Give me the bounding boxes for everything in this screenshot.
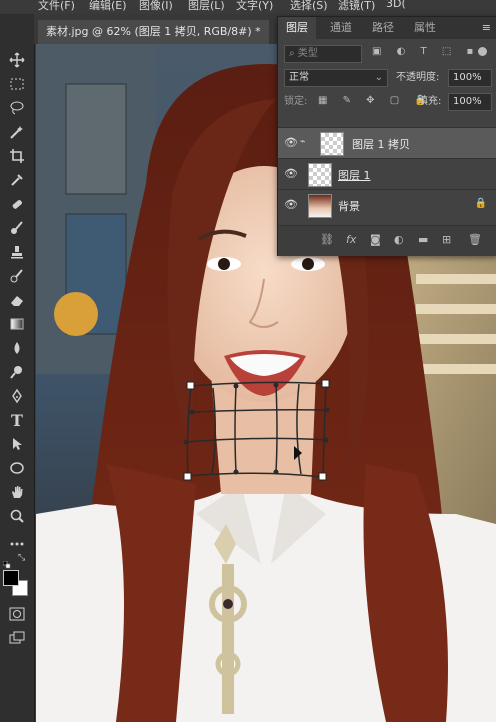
layer-row[interactable]: 👁 背景 🔒	[278, 189, 496, 226]
blend-mode-select[interactable]: 正常 ⌄	[284, 69, 388, 87]
menu-file[interactable]: 文件(F)	[38, 0, 75, 13]
layer-name[interactable]: 图层 1	[338, 167, 371, 183]
zoom-icon[interactable]	[4, 506, 30, 526]
visibility-eye-icon[interactable]: 👁	[284, 136, 298, 149]
new-layer-icon[interactable]: ⊞	[442, 233, 451, 246]
chevron-down-icon: ⌄	[374, 72, 383, 83]
lock-label: 锁定:	[284, 96, 308, 107]
menu-filter[interactable]: 滤镜(T)	[338, 0, 375, 13]
type-icon[interactable]: T	[4, 410, 30, 430]
layer-name[interactable]: 图层 1 拷贝	[352, 136, 410, 152]
more-icon[interactable]	[4, 534, 30, 554]
layer-thumbnail	[308, 194, 332, 218]
menu-select[interactable]: 选择(S)	[290, 0, 328, 13]
lock-icon: 🔒	[474, 198, 487, 209]
blend-row: 正常 ⌄ 不透明度: 100%	[278, 67, 496, 91]
menu-3d[interactable]: 3D(	[386, 0, 406, 10]
brush-icon[interactable]	[4, 218, 30, 238]
add-mask-icon[interactable]: ◙	[370, 233, 381, 246]
marquee-icon[interactable]	[4, 74, 30, 94]
eraser-icon[interactable]	[4, 290, 30, 310]
visibility-eye-icon[interactable]: 👁	[284, 167, 298, 180]
filter-icons[interactable]: ▣ ◐ T ⬚ ▪	[372, 46, 479, 57]
opacity-field[interactable]: 100%	[448, 69, 492, 87]
layers-panel: 图层 通道 路径 属性 ≡ ⌕ 类型 ▣ ◐ T ⬚ ▪ 正常 ⌄ 不透明度: …	[277, 16, 496, 256]
swap-colors-icon[interactable]: ⤡	[18, 553, 25, 563]
fill-field[interactable]: 100%	[448, 93, 492, 111]
document-tab[interactable]: 素材.jpg @ 62% (图层 1 拷贝, RGB/8#) *	[38, 20, 269, 44]
blur-icon[interactable]	[4, 338, 30, 358]
shape-icon[interactable]	[4, 458, 30, 478]
default-colors-icon[interactable]	[2, 554, 11, 569]
layer-thumbnail	[320, 132, 344, 156]
screen-mode-icon[interactable]	[4, 628, 30, 648]
layer-filter-row: ⌕ 类型 ▣ ◐ T ⬚ ▪	[278, 43, 496, 67]
pen-icon[interactable]	[4, 386, 30, 406]
lasso-icon[interactable]	[4, 98, 30, 118]
history-brush-icon[interactable]	[4, 266, 30, 286]
foreground-color-swatch[interactable]	[3, 570, 19, 586]
tab-paths[interactable]: 路径	[364, 17, 402, 39]
blend-mode-value: 正常	[289, 72, 309, 83]
eyedropper-icon[interactable]	[4, 170, 30, 190]
layer-thumbnail	[308, 163, 332, 187]
delete-layer-icon[interactable]: 🗑	[468, 233, 482, 246]
move-icon[interactable]	[4, 50, 30, 70]
panel-menu-icon[interactable]: ≡	[482, 21, 491, 34]
visibility-eye-icon[interactable]: 👁	[284, 198, 298, 211]
healing-icon[interactable]	[4, 194, 30, 214]
lock-icons[interactable]: ▦ ✎ ✥ ▢ 🔒	[318, 95, 433, 106]
link-layers-icon[interactable]: ⛓	[320, 233, 334, 246]
adjustment-layer-icon[interactable]: ◐	[394, 233, 404, 246]
tab-channels[interactable]: 通道	[322, 17, 360, 39]
crop-icon[interactable]	[4, 146, 30, 166]
path-select-icon[interactable]	[4, 434, 30, 454]
new-group-icon[interactable]: ▬	[418, 233, 428, 246]
tools-panel: T ⤡	[0, 14, 35, 722]
layers-panel-footer: ⛓ fx ◙ ◐ ▬ ⊞ 🗑	[278, 225, 496, 256]
panel-tabs: 图层 通道 路径 属性 ≡	[278, 17, 496, 39]
filter-placeholder: 类型	[297, 48, 318, 59]
hand-icon[interactable]	[4, 482, 30, 502]
opacity-label: 不透明度:	[396, 72, 440, 83]
gradient-icon[interactable]	[4, 314, 30, 334]
menu-edit[interactable]: 编辑(E)	[89, 0, 127, 13]
magic-wand-icon[interactable]	[4, 122, 30, 142]
menu-type[interactable]: 文字(Y)	[236, 0, 273, 13]
layer-row[interactable]: 👁 图层 1	[278, 158, 496, 190]
layer-name[interactable]: 背景	[338, 198, 360, 214]
menu-bar: 文件(F) 编辑(E) 图像(I) 图层(L) 文字(Y) 选择(S) 滤镜(T…	[0, 0, 496, 14]
stamp-icon[interactable]	[4, 242, 30, 262]
tab-layers[interactable]: 图层	[278, 17, 316, 39]
layer-filter-input[interactable]: ⌕ 类型	[284, 45, 362, 63]
tab-properties[interactable]: 属性	[406, 17, 444, 39]
fill-label: 填充:	[418, 96, 442, 107]
dodge-icon[interactable]	[4, 362, 30, 382]
filter-toggle-icon[interactable]	[478, 47, 487, 56]
fx-icon[interactable]: fx	[346, 233, 356, 246]
lock-row: 锁定: ▦ ✎ ✥ ▢ 🔒 填充: 100%	[278, 91, 496, 115]
quick-mask-icon[interactable]	[4, 604, 30, 624]
layer-row[interactable]: 👁 ⌁ 图层 1 拷贝	[278, 127, 496, 159]
menu-image[interactable]: 图像(I)	[139, 0, 173, 13]
search-icon: ⌕	[289, 48, 298, 59]
menu-layer[interactable]: 图层(L)	[188, 0, 225, 13]
link-icon: ⌁	[300, 137, 306, 147]
